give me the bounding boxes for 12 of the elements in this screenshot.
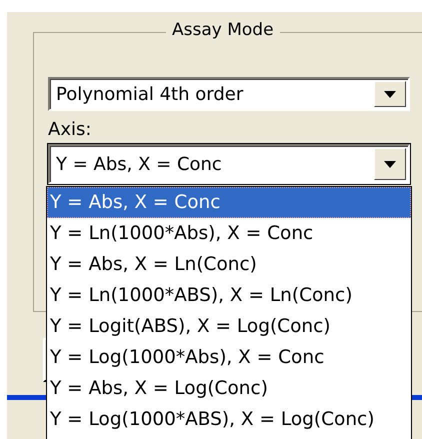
dropdown-option[interactable]: Y = Log(1000*ABS), X = Log(Conc) (47, 404, 411, 435)
dropdown-option[interactable]: Y = Ln(1000*Abs), X = Conc (47, 218, 411, 249)
mode-dropdown[interactable]: Polynomial 4th order (48, 77, 410, 111)
dropdown-option[interactable]: Y = Abs, X = Conc (47, 187, 411, 218)
dropdown-option[interactable]: Y = Abs, X = Log(Conc) (47, 373, 411, 404)
dropdown-option[interactable]: Y = Abs, X = Ln(Conc) (47, 249, 411, 280)
axis-label: Axis: (48, 119, 92, 140)
group-title: Assay Mode (166, 20, 280, 40)
dropdown-option[interactable]: Y = Ln(1000*ABS), X = Ln(Conc) (47, 280, 411, 311)
axis-dropdown[interactable]: Y = Abs, X = Conc (48, 144, 410, 184)
dropdown-option[interactable]: Y = Log(1000*Abs), X = Conc (47, 342, 411, 373)
dropdown-option[interactable]: Y = Logit(ABS), X = Log(Conc) (47, 311, 411, 342)
